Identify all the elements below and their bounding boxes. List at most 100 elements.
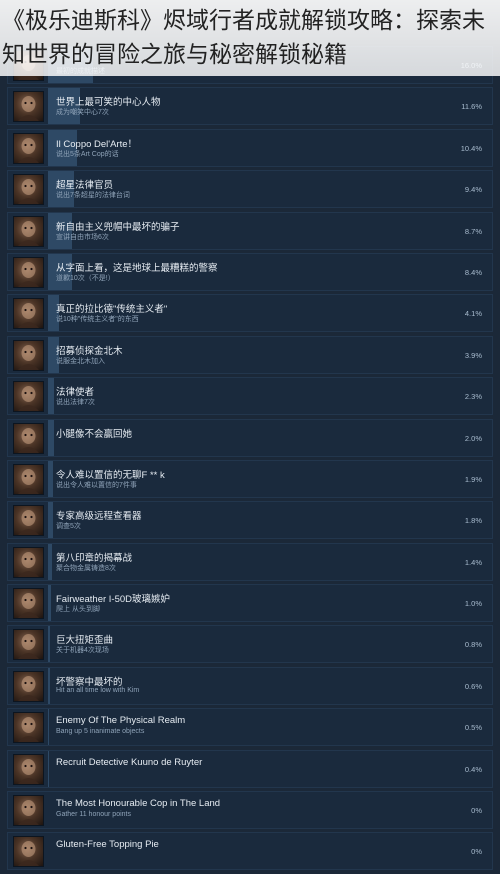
achievement-row[interactable]: 小腿像不会赢回她 2.0% [7,418,493,457]
achievement-name: 令人难以置信的无聊F ** k [56,469,165,481]
article-title-overlay: 《极乐迪斯科》烬域行者成就解锁攻略：探索未知世界的冒险之旅与秘密解锁秘籍 [0,0,500,76]
achievement-row[interactable]: 从字面上看，这是地球上最糟糕的警察 道歉10次（不是!） 8.4% [7,252,493,291]
achievement-progress-bar [48,667,50,704]
achievement-unlock-percent: 2.3% [464,392,482,402]
achievement-row[interactable]: 坏警察中最坏的 Hit an all time low with Kim 0.6% [7,666,493,705]
achievement-row[interactable]: The Most Honourable Cop in The Land Gathe… [7,791,493,830]
achievement-unlock-percent: 8.4% [464,267,482,277]
achievement-unlock-percent: 2.0% [464,433,482,443]
achievement-progress-bar [48,750,50,787]
achievement-name: 专家高级远程查看器 [56,511,142,523]
achievement-row[interactable]: Gluten-Free Topping Pie 0% [7,832,493,871]
achievement-row[interactable]: 新自由主义兜帽中最坏的骗子 宣讲自由市场6次 8.7% [7,211,493,250]
achievement-description: Bang up 5 inanimate objects [56,728,145,736]
achievement-unlock-percent: 11.6% [461,102,482,112]
achievement-unlock-percent: 8.7% [464,226,482,236]
achievement-list: 最初的成就描述16.0%世界上最可笑的中心人物成为嘲笑中心7次11.6%Il C… [7,46,493,874]
achievement-portrait-icon [13,339,44,371]
achievement-unlock-percent: 0.8% [464,640,482,650]
achievement-portrait-icon [13,422,44,454]
achievement-name: 世界上最可笑的中心人物 [56,97,161,109]
achievement-portrait-icon [13,588,44,620]
achievement-description: 说10种"传统主义者"的东西 [56,316,139,324]
achievement-description: 说出令人难以置信的7件事 [56,481,137,489]
achievement-row[interactable]: Fairweather I-50D玻璃嫉妒 爬上 从头到脚 1.0% [7,584,493,623]
achievement-name: 法律使者 [56,387,95,399]
achievement-portrait-icon [13,505,44,537]
achievement-row[interactable]: 世界上最可笑的中心人物 成为嘲笑中心7次 11.6% [7,87,493,126]
achievement-description: Hit an all time low with Kim [56,686,140,694]
achievement-unlock-percent: 0% [471,806,482,816]
achievement-name: Recruit Detective Kuuno de Ruyter [56,756,203,768]
achievement-portrait-icon [13,629,44,661]
achievement-unlock-percent: 0.4% [464,764,482,774]
achievement-unlock-percent: 1.8% [464,516,482,526]
achievement-progress-bar [48,585,51,622]
achievement-progress-bar [48,709,50,746]
achievement-name: 第八印章的揭幕战 [56,552,133,564]
achievement-portrait-icon [13,91,44,123]
achievement-portrait-icon [13,712,44,744]
achievement-name: 招募侦探金北木 [56,345,123,357]
achievement-description: 道歉10次（不是!） [56,274,115,282]
achievement-portrait-icon [13,463,44,495]
achievement-portrait-icon [13,753,44,785]
achievement-row[interactable]: 超星法律官员 说出7条超星的法律台词 9.4% [7,170,493,209]
achievements-page: 《极乐迪斯科》烬域行者成就解锁攻略：探索未知世界的冒险之旅与秘密解锁秘籍 最初的… [0,0,500,874]
achievement-description: 爬上 从头到脚 [56,606,100,614]
achievement-description: 说出7条超星的法律台词 [56,192,130,200]
achievement-unlock-percent: 3.9% [464,350,482,360]
achievement-row[interactable]: 法律使者 说出法律7次 2.3% [7,377,493,416]
achievement-name: Gluten-Free Topping Pie [56,839,159,851]
achievement-portrait-icon [13,836,44,868]
achievement-name: Fairweather I-50D玻璃嫉妒 [56,594,171,606]
achievement-unlock-percent: 1.0% [464,599,482,609]
achievement-description: 说出法律7次 [56,399,95,407]
achievement-name: 超星法律官员 [56,180,114,192]
achievement-name: 坏警察中最坏的 [56,676,123,688]
achievement-progress-bar [48,626,51,663]
achievement-portrait-icon [13,215,44,247]
achievement-progress-bar [48,378,55,415]
achievement-row[interactable]: Il Coppo Del'Arte！ 说出5条Art Cop的话 10.4% [7,128,493,167]
article-title: 《极乐迪斯科》烬域行者成就解锁攻略：探索未知世界的冒险之旅与秘密解锁秘籍 [2,8,485,68]
achievement-row[interactable]: 巨大扭矩歪曲 关于机器4次现场 0.8% [7,625,493,664]
achievement-unlock-percent: 4.1% [464,309,482,319]
achievement-description: 成为嘲笑中心7次 [56,109,109,117]
achievement-name: 小腿像不会赢回她 [56,428,133,440]
achievement-row[interactable]: 令人难以置信的无聊F ** k 说出令人难以置信的7件事 1.9% [7,459,493,498]
achievement-progress-bar [48,543,52,580]
achievement-unlock-percent: 9.4% [464,185,482,195]
achievement-name: Il Coppo Del'Arte！ [56,138,138,150]
achievement-description: 调查5次 [56,523,81,531]
achievement-portrait-icon [13,132,44,164]
achievement-row[interactable]: 专家高级远程查看器 调查5次 1.8% [7,501,493,540]
achievement-progress-bar [48,460,54,497]
achievement-row[interactable]: 招募侦探金北木 说服金北木加入 3.9% [7,335,493,374]
achievement-unlock-percent: 0.5% [464,723,482,733]
achievement-description: 说服金北木加入 [56,357,105,365]
achievement-name: 从字面上看，这是地球上最糟糕的警察 [56,262,218,274]
achievement-name: Enemy Of The Physical Realm [56,715,186,727]
achievement-portrait-icon [13,670,44,702]
achievement-description: 说出5条Art Cop的话 [56,150,119,158]
achievement-description: 关于机器4次现场 [56,647,109,655]
achievement-portrait-icon [13,381,44,413]
achievement-progress-bar [48,502,54,539]
achievement-unlock-percent: 10.4% [460,143,482,153]
achievement-portrait-icon [13,298,44,330]
achievement-row[interactable]: Enemy Of The Physical Realm Bang up 5 ina… [7,708,493,747]
achievement-progress-bar [48,419,54,456]
achievement-name: 真正的拉比德"传统主义者" [56,304,168,316]
achievement-name: The Most Honourable Cop in The Land [56,798,221,810]
achievement-name: 巨大扭矩歪曲 [56,635,114,647]
achievement-description: 宣讲自由市场6次 [56,233,109,241]
achievement-row[interactable]: 第八印章的揭幕战 聚合物金属铸造8次 1.4% [7,542,493,581]
achievement-portrait-icon [13,546,44,578]
achievement-row[interactable]: 真正的拉比德"传统主义者" 说10种"传统主义者"的东西 4.1% [7,294,493,333]
achievement-portrait-icon [13,795,44,827]
achievement-unlock-percent: 1.4% [464,557,482,567]
achievement-unlock-percent: 0% [471,847,482,857]
achievement-portrait-icon [13,256,44,288]
achievement-row[interactable]: Recruit Detective Kuuno de Ruyter 0.4% [7,749,493,788]
